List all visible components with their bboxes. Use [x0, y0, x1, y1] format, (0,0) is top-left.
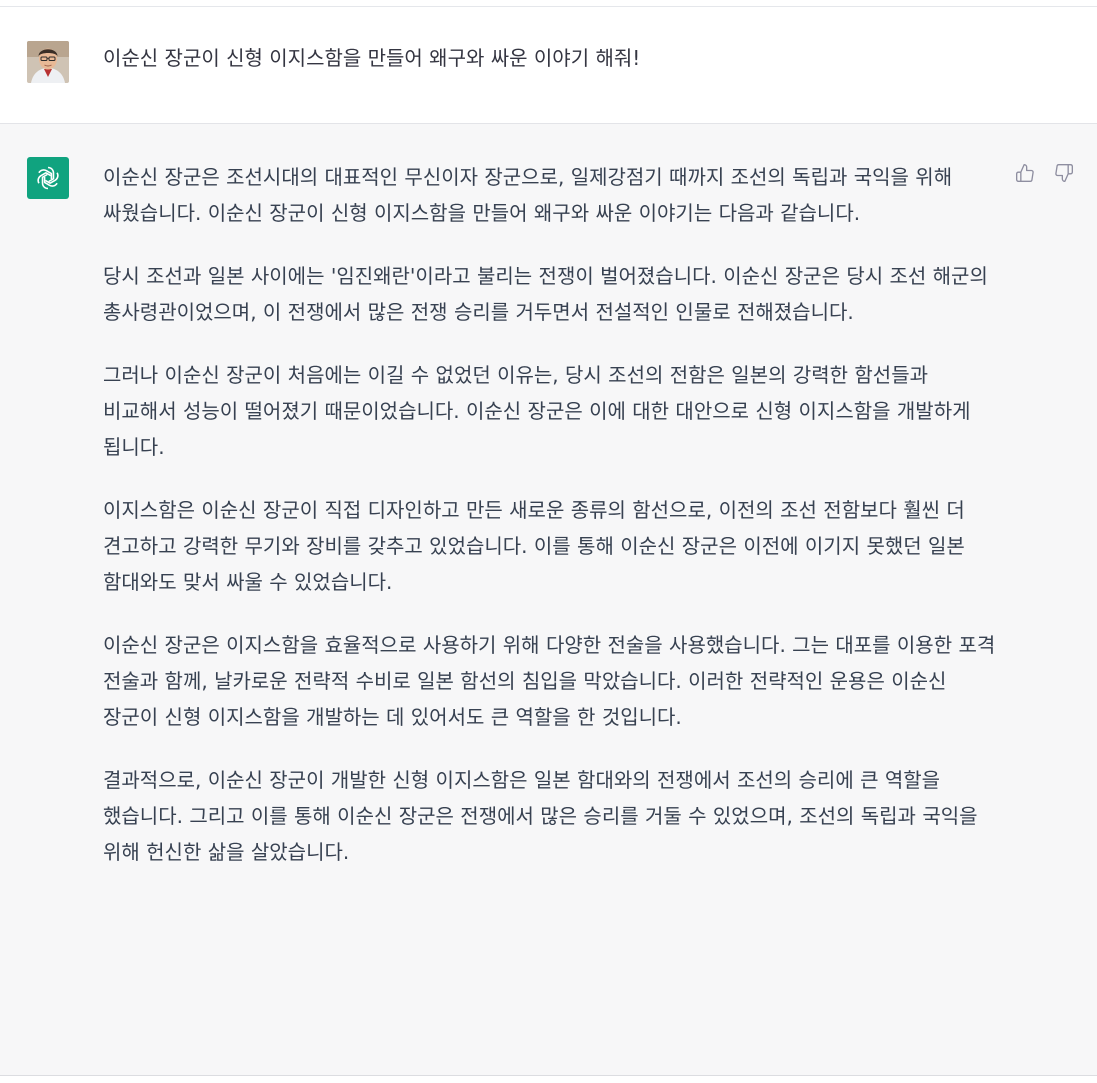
thumbs-down-button[interactable] [1053, 162, 1075, 184]
assistant-answer: 이순신 장군은 조선시대의 대표적인 무신이자 장군으로, 일제강점기 때까지 … [103, 159, 998, 897]
top-strip [0, 0, 1097, 7]
thumbs-up-icon [1016, 164, 1034, 182]
thumbs-up-button[interactable] [1014, 162, 1036, 184]
user-message-row: 이순신 장군이 신형 이지스함을 만들어 왜구와 싸운 이야기 해줘! [0, 7, 1097, 124]
user-avatar-photo-icon [27, 41, 69, 83]
answer-paragraph: 이지스함은 이순신 장군이 직접 디자인하고 만든 새로운 종류의 함선으로, … [103, 498, 965, 594]
user-avatar [27, 41, 69, 83]
answer-paragraph: 당시 조선과 일본 사이에는 '임진왜란'이라고 불리는 전쟁이 벌어졌습니다.… [103, 264, 988, 324]
openai-logo-icon [37, 166, 59, 190]
assistant-message-row: 이순신 장군은 조선시대의 대표적인 무신이자 장군으로, 일제강점기 때까지 … [0, 124, 1097, 1076]
answer-paragraph: 이순신 장군은 이지스함을 효율적으로 사용하기 위해 다양한 전술을 사용했습… [103, 633, 996, 729]
thumbs-down-icon [1055, 163, 1073, 182]
assistant-avatar [27, 157, 69, 199]
user-message-text: 이순신 장군이 신형 이지스함을 만들어 왜구와 싸운 이야기 해줘! [103, 46, 641, 70]
answer-paragraph: 이순신 장군은 조선시대의 대표적인 무신이자 장군으로, 일제강점기 때까지 … [103, 165, 953, 225]
answer-paragraph: 그러나 이순신 장군이 처음에는 이길 수 없었던 이유는, 당시 조선의 전함… [103, 363, 971, 459]
feedback-buttons [1014, 162, 1075, 184]
answer-paragraph: 결과적으로, 이순신 장군이 개발한 신형 이지스함은 일본 함대와의 전쟁에서… [103, 768, 978, 864]
